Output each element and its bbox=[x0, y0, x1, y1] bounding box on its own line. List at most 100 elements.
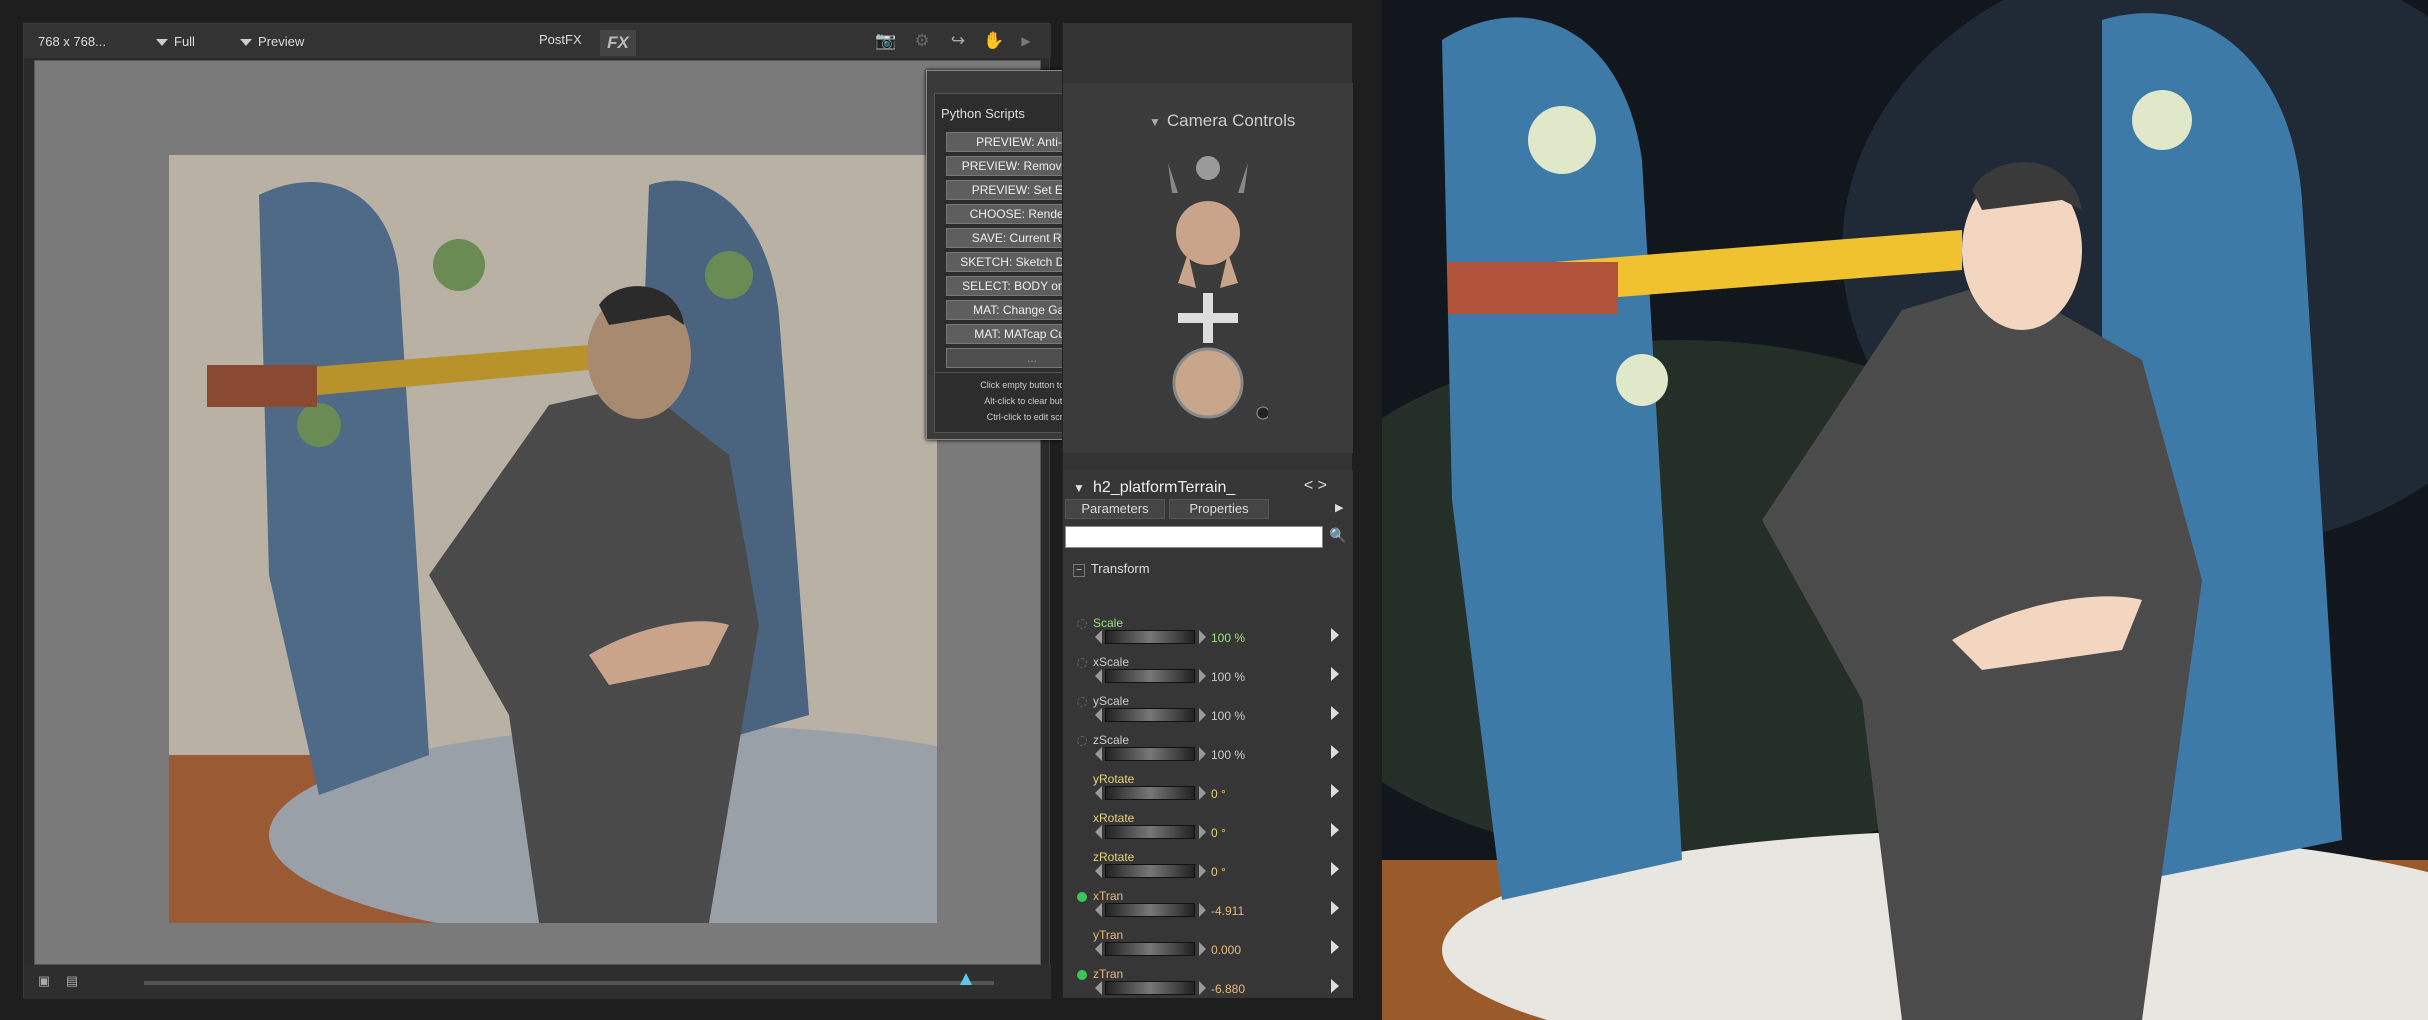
decrement-arrow-icon[interactable] bbox=[1095, 747, 1102, 761]
view-toggle-icon[interactable]: ▣ bbox=[32, 971, 56, 991]
timeline-slider[interactable] bbox=[144, 981, 994, 985]
camera-controls-label: Camera Controls bbox=[1166, 111, 1296, 130]
collapse-triangle-icon[interactable]: ▼ bbox=[1073, 481, 1085, 495]
document-window: 768 x 768... Full Preview PostFX FX 📷 ⚙ … bbox=[23, 23, 1051, 999]
parameter-label[interactable]: yScale bbox=[1093, 694, 1129, 708]
parameter-value[interactable]: 0 ° bbox=[1211, 826, 1226, 840]
parameter-value[interactable]: 0 ° bbox=[1211, 787, 1226, 801]
decrement-arrow-icon[interactable] bbox=[1095, 864, 1102, 878]
value-dial[interactable] bbox=[1105, 981, 1195, 995]
keyframe-indicator-icon[interactable] bbox=[1077, 697, 1087, 707]
parameter-menu-arrow-icon[interactable] bbox=[1331, 667, 1339, 681]
increment-arrow-icon[interactable] bbox=[1199, 747, 1206, 761]
decrement-arrow-icon[interactable] bbox=[1095, 708, 1102, 722]
decrement-arrow-icon[interactable] bbox=[1095, 981, 1102, 995]
tab-parameters[interactable]: Parameters bbox=[1065, 499, 1165, 519]
settings-icon[interactable]: ⚙ bbox=[910, 31, 934, 51]
fx-button[interactable]: FX bbox=[600, 30, 636, 56]
parameter-menu-arrow-icon[interactable] bbox=[1331, 706, 1339, 720]
tab-properties[interactable]: Properties bbox=[1169, 499, 1269, 519]
keyframe-indicator-icon[interactable] bbox=[1077, 970, 1087, 980]
parameter-value[interactable]: 100 % bbox=[1211, 631, 1245, 645]
parameter-search-input[interactable] bbox=[1065, 526, 1323, 548]
parameter-row: zScale 100 % bbox=[1073, 733, 1343, 769]
parameter-label[interactable]: Scale bbox=[1093, 616, 1123, 630]
decrement-arrow-icon[interactable] bbox=[1095, 669, 1102, 683]
value-dial[interactable] bbox=[1105, 747, 1195, 761]
parameter-value[interactable]: 100 % bbox=[1211, 670, 1245, 684]
increment-arrow-icon[interactable] bbox=[1199, 942, 1206, 956]
value-dial[interactable] bbox=[1105, 903, 1195, 917]
keyframe-indicator-icon[interactable] bbox=[1077, 736, 1087, 746]
value-dial[interactable] bbox=[1105, 630, 1195, 644]
display-mode-dropdown[interactable]: Full bbox=[156, 34, 195, 49]
increment-arrow-icon[interactable] bbox=[1199, 825, 1206, 839]
decrement-arrow-icon[interactable] bbox=[1095, 786, 1102, 800]
increment-arrow-icon[interactable] bbox=[1199, 630, 1206, 644]
collapse-triangle-icon[interactable]: ▼ bbox=[1149, 115, 1161, 129]
value-dial[interactable] bbox=[1105, 825, 1195, 839]
share-icon[interactable]: ↪ bbox=[946, 31, 970, 51]
transform-group-header[interactable]: − Transform bbox=[1073, 561, 1150, 577]
increment-arrow-icon[interactable] bbox=[1199, 981, 1206, 995]
parameter-value[interactable]: 100 % bbox=[1211, 748, 1245, 762]
keyframe-indicator-icon[interactable] bbox=[1077, 658, 1087, 668]
parameter-menu-arrow-icon[interactable] bbox=[1331, 979, 1339, 993]
increment-arrow-icon[interactable] bbox=[1199, 903, 1206, 917]
hand-icon[interactable]: ✋ bbox=[982, 31, 1006, 51]
parameter-menu-arrow-icon[interactable] bbox=[1331, 940, 1339, 954]
parameter-label[interactable]: xScale bbox=[1093, 655, 1129, 669]
decrement-arrow-icon[interactable] bbox=[1095, 630, 1102, 644]
parameter-menu-arrow-icon[interactable] bbox=[1331, 823, 1339, 837]
parameter-label[interactable]: xRotate bbox=[1093, 811, 1134, 825]
decrement-arrow-icon[interactable] bbox=[1095, 942, 1102, 956]
parameter-label[interactable]: xTran bbox=[1093, 889, 1123, 903]
parameter-menu-arrow-icon[interactable] bbox=[1331, 628, 1339, 642]
value-dial[interactable] bbox=[1105, 942, 1195, 956]
parameter-value[interactable]: -4.911 bbox=[1211, 904, 1244, 918]
object-name[interactable]: h2_platformTerrain_ bbox=[1093, 479, 1235, 497]
postfx-label: PostFX bbox=[539, 32, 582, 47]
view-split-icon[interactable]: ▤ bbox=[60, 971, 84, 991]
value-dial[interactable] bbox=[1105, 786, 1195, 800]
increment-arrow-icon[interactable] bbox=[1199, 786, 1206, 800]
app-window: 768 x 768... Full Preview PostFX FX 📷 ⚙ … bbox=[0, 0, 2428, 1020]
parameter-label[interactable]: zRotate bbox=[1093, 850, 1134, 864]
timeline-thumb[interactable] bbox=[960, 973, 972, 985]
parameter-value[interactable]: 0 ° bbox=[1211, 865, 1226, 879]
parameter-label[interactable]: yTran bbox=[1093, 928, 1123, 942]
parameter-row: zTran -6.880 bbox=[1073, 967, 1343, 1003]
parameter-menu-arrow-icon[interactable] bbox=[1331, 862, 1339, 876]
increment-arrow-icon[interactable] bbox=[1199, 669, 1206, 683]
increment-arrow-icon[interactable] bbox=[1199, 864, 1206, 878]
preview-mode-dropdown[interactable]: Preview bbox=[240, 34, 304, 49]
parameter-row: xScale 100 % bbox=[1073, 655, 1343, 691]
resolution-label[interactable]: 768 x 768... bbox=[38, 34, 106, 49]
keyframe-indicator-icon[interactable] bbox=[1077, 619, 1087, 629]
parameter-value[interactable]: 0.000 bbox=[1211, 943, 1241, 957]
decrement-arrow-icon[interactable] bbox=[1095, 825, 1102, 839]
parameter-row: zRotate 0 ° bbox=[1073, 850, 1343, 886]
camera-render-icon[interactable]: 📷 bbox=[874, 31, 898, 51]
camera-control-widget[interactable] bbox=[1148, 143, 1270, 423]
parameter-label[interactable]: yRotate bbox=[1093, 772, 1134, 786]
value-dial[interactable] bbox=[1105, 708, 1195, 722]
decrement-arrow-icon[interactable] bbox=[1095, 903, 1102, 917]
parameter-label[interactable]: zScale bbox=[1093, 733, 1129, 747]
parameter-value[interactable]: -6.880 bbox=[1211, 982, 1245, 996]
object-nav-arrows[interactable]: < > bbox=[1304, 477, 1327, 495]
parameter-menu-arrow-icon[interactable] bbox=[1331, 784, 1339, 798]
panel-menu-icon[interactable]: ▶ bbox=[1335, 501, 1343, 514]
chevron-right-icon[interactable]: ▶ bbox=[1014, 31, 1038, 51]
parameter-value[interactable]: 100 % bbox=[1211, 709, 1245, 723]
parameter-label[interactable]: zTran bbox=[1093, 967, 1123, 981]
increment-arrow-icon[interactable] bbox=[1199, 708, 1206, 722]
keyframe-indicator-icon[interactable] bbox=[1077, 892, 1087, 902]
render-viewport[interactable] bbox=[34, 60, 1041, 965]
parameter-menu-arrow-icon[interactable] bbox=[1331, 901, 1339, 915]
parameter-menu-arrow-icon[interactable] bbox=[1331, 745, 1339, 759]
search-icon[interactable]: 🔍 bbox=[1329, 527, 1346, 544]
value-dial[interactable] bbox=[1105, 864, 1195, 878]
value-dial[interactable] bbox=[1105, 669, 1195, 683]
chevron-down-icon bbox=[240, 39, 252, 47]
